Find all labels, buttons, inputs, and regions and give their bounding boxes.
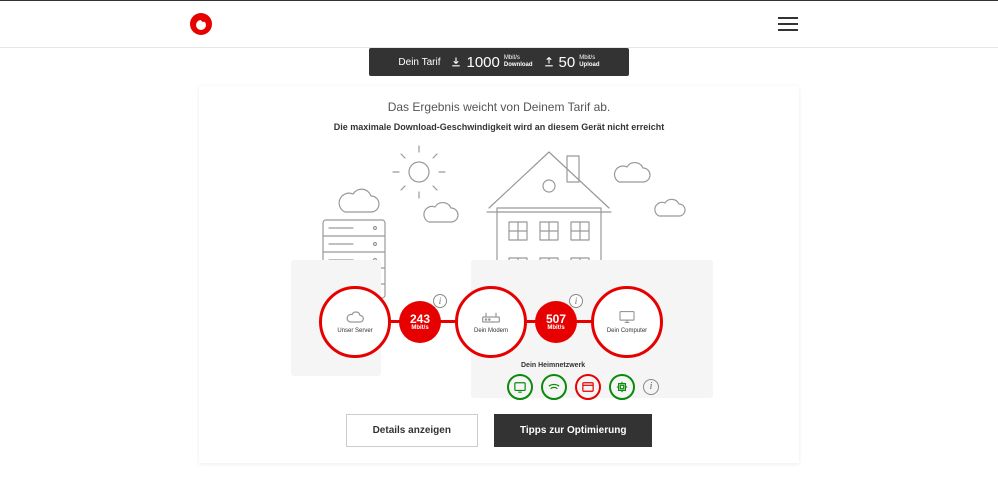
download-icon <box>450 56 462 68</box>
home-network-label: Dein Heimnetzwerk <box>521 362 585 369</box>
legend-info-icon[interactable]: i <box>643 379 659 395</box>
details-button[interactable]: Details anzeigen <box>346 414 478 447</box>
result-card: Das Ergebnis weicht von Deinem Tarif ab.… <box>199 86 799 463</box>
action-buttons: Details anzeigen Tipps zur Optimierung <box>219 414 779 447</box>
info-icon[interactable]: i <box>433 294 447 308</box>
menu-icon[interactable] <box>778 17 798 31</box>
value-server-modem: 243 Mbit/s <box>399 301 441 343</box>
node-modem: Dein Modem <box>455 286 527 358</box>
node-modem-label: Dein Modem <box>474 327 508 335</box>
legend-wifi <box>541 374 567 400</box>
legend-window <box>575 374 601 400</box>
result-subtitle: Die maximale Download-Geschwindigkeit wi… <box>219 122 779 132</box>
legend-cpu <box>609 374 635 400</box>
cloud-icon <box>345 310 365 324</box>
result-title: Das Ergebnis weicht von Deinem Tarif ab. <box>219 100 779 114</box>
tariff-upload: 50 Mbit/sUpload <box>543 54 600 71</box>
tips-button[interactable]: Tipps zur Optimierung <box>494 414 652 447</box>
info-icon[interactable]: i <box>569 294 583 308</box>
node-computer-label: Dein Computer <box>607 327 647 335</box>
legend-tablet <box>507 374 533 400</box>
upload-icon <box>543 56 555 68</box>
node-server-label: Unser Server <box>337 327 372 335</box>
diagram: Unser Server 243 Mbit/s i Dein Modem 507… <box>219 142 779 402</box>
tariff-bar: Dein Tarif 1000 Mbit/sDownload 50 Mbit/s… <box>369 48 629 76</box>
header <box>0 0 998 48</box>
legend: i <box>507 374 659 400</box>
tariff-download: 1000 Mbit/sDownload <box>450 54 532 71</box>
node-computer: Dein Computer <box>591 286 663 358</box>
monitor-icon <box>617 310 637 324</box>
tariff-label: Dein Tarif <box>398 57 440 68</box>
node-server: Unser Server <box>319 286 391 358</box>
value-modem-pc: 507 Mbit/s <box>535 301 577 343</box>
vodafone-logo[interactable] <box>190 13 212 35</box>
router-icon <box>481 310 501 324</box>
